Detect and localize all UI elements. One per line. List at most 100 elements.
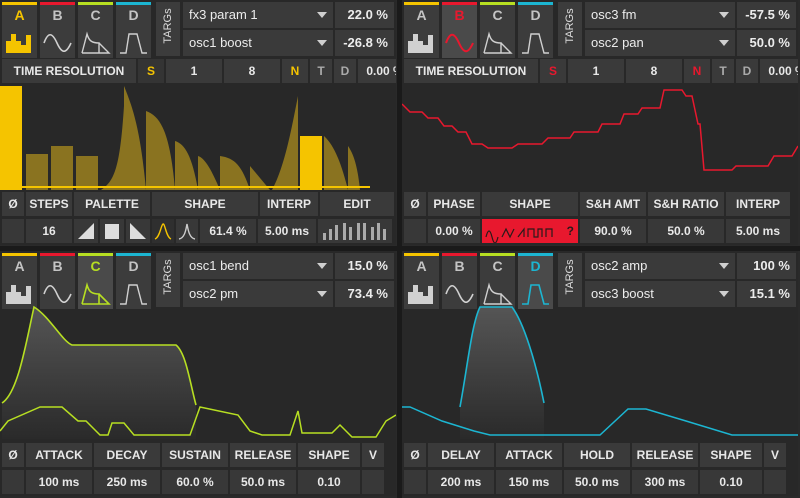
target-amount-2[interactable]: 50.0 %: [737, 30, 796, 56]
phase-reset-toggle[interactable]: [404, 219, 426, 243]
rate-denominator[interactable]: 8: [224, 59, 280, 83]
tab-b[interactable]: B: [40, 253, 75, 309]
tab-d-label: D: [128, 258, 139, 274]
dotted-mode-button[interactable]: D: [334, 59, 356, 83]
tab-d[interactable]: D: [116, 253, 151, 309]
target-select-2[interactable]: osc2 pan: [585, 30, 735, 56]
velocity-header[interactable]: V: [362, 443, 384, 467]
shape-selector[interactable]: ?: [482, 219, 578, 243]
target-select-1[interactable]: fx3 param 1: [183, 2, 333, 28]
tab-c[interactable]: C: [78, 2, 113, 58]
edit-header: EDIT: [320, 192, 394, 216]
target-amount-2[interactable]: -26.8 %: [335, 30, 394, 56]
phase-reset-header[interactable]: Ø: [404, 443, 426, 467]
velocity-header[interactable]: V: [764, 443, 786, 467]
attack-value[interactable]: 100 ms: [26, 470, 92, 494]
tab-b-label: B: [52, 7, 63, 23]
modulator-panel-a: A B C D TARGs fx3 param 1 22.0 % osc1 bo…: [0, 0, 396, 245]
velocity-toggle[interactable]: [362, 470, 384, 494]
triplet-mode-button[interactable]: T: [310, 59, 332, 83]
shape-amount-value[interactable]: 61.4 %: [200, 219, 256, 243]
target-amount-1[interactable]: 15.0 %: [335, 253, 394, 279]
sustain-value[interactable]: 60.0 %: [162, 470, 228, 494]
dotted-mode-button[interactable]: D: [736, 59, 758, 83]
tab-a-label: A: [416, 7, 427, 23]
tab-c[interactable]: C: [78, 253, 113, 309]
rate-denominator[interactable]: 8: [626, 59, 682, 83]
step-display[interactable]: [0, 86, 396, 190]
chevron-down-icon: [719, 40, 729, 46]
release-value[interactable]: 300 ms: [632, 470, 698, 494]
control-headers: Ø STEPS PALETTE SHAPE INTERP EDIT: [2, 192, 394, 216]
tab-d-label: D: [530, 258, 541, 274]
target-amount-1[interactable]: 100 %: [737, 253, 796, 279]
decay-value[interactable]: 250 ms: [94, 470, 160, 494]
steps-value[interactable]: 16: [26, 219, 72, 243]
phase-reset-toggle[interactable]: [2, 219, 24, 243]
normal-mode-button[interactable]: N: [282, 59, 308, 83]
triplet-mode-button[interactable]: T: [712, 59, 734, 83]
offset-value[interactable]: 0.00 %: [760, 59, 798, 83]
tab-b[interactable]: B: [442, 253, 477, 309]
release-value[interactable]: 50.0 ms: [230, 470, 296, 494]
target-name: osc2 pm: [189, 286, 239, 301]
shape-peak-icon[interactable]: [152, 219, 174, 243]
target-select-1[interactable]: osc2 amp: [585, 253, 735, 279]
target-select-2[interactable]: osc1 boost: [183, 30, 333, 56]
envelope-display[interactable]: [402, 303, 798, 439]
tab-d[interactable]: D: [116, 2, 151, 58]
lfo-wave-icon: [443, 29, 476, 56]
rate-numerator[interactable]: 1: [568, 59, 624, 83]
delay-value[interactable]: 200 ms: [428, 470, 494, 494]
phase-reset-header[interactable]: Ø: [2, 192, 24, 216]
shape-value[interactable]: 0.10: [700, 470, 762, 494]
control-headers: Ø PHASE SHAPE S&H AMT S&H RATIO INTERP: [404, 192, 790, 216]
modulator-tabs: A B C D: [2, 2, 151, 58]
palette-square-icon[interactable]: [100, 219, 124, 243]
sh-ratio-value[interactable]: 50.0 %: [648, 219, 724, 243]
sync-mode-button[interactable]: S: [540, 59, 566, 83]
phase-reset-toggle[interactable]: [404, 470, 426, 494]
tab-a[interactable]: A: [2, 253, 37, 309]
targets-label: TARGs: [156, 253, 180, 307]
normal-mode-button[interactable]: N: [684, 59, 710, 83]
palette-ramp-icon[interactable]: [74, 219, 98, 243]
sh-amount-value[interactable]: 90.0 %: [580, 219, 646, 243]
envelope-display[interactable]: [0, 303, 396, 439]
rate-numerator[interactable]: 1: [166, 59, 222, 83]
phase-reset-header[interactable]: Ø: [404, 192, 426, 216]
shape-value[interactable]: 0.10: [298, 470, 360, 494]
decay-header: DECAY: [94, 443, 160, 467]
target-select-1[interactable]: osc3 fm: [585, 2, 735, 28]
target-name: osc3 fm: [591, 7, 637, 22]
edit-bars-icon[interactable]: [318, 219, 392, 243]
tab-a[interactable]: A: [404, 253, 439, 309]
adsr-envelope-icon: [79, 29, 112, 56]
target-select-1[interactable]: osc1 bend: [183, 253, 333, 279]
phase-value[interactable]: 0.00 %: [428, 219, 480, 243]
hold-value[interactable]: 50.0 ms: [564, 470, 630, 494]
target-amount-1[interactable]: 22.0 %: [335, 2, 394, 28]
shape-spike-icon[interactable]: [176, 219, 198, 243]
velocity-toggle[interactable]: [764, 470, 786, 494]
tab-b[interactable]: B: [442, 2, 477, 58]
attack-value[interactable]: 150 ms: [496, 470, 562, 494]
phase-reset-header[interactable]: Ø: [2, 443, 24, 467]
tab-b[interactable]: B: [40, 2, 75, 58]
palette-tri-icon[interactable]: [126, 219, 150, 243]
interp-value[interactable]: 5.00 ms: [258, 219, 316, 243]
control-values: 16 61.4 % 5.00 ms: [2, 219, 392, 243]
offset-value[interactable]: 0.00 %: [358, 59, 396, 83]
phase-reset-toggle[interactable]: [2, 470, 24, 494]
tab-d[interactable]: D: [518, 253, 553, 309]
tab-c[interactable]: C: [480, 2, 515, 58]
lfo-display[interactable]: [402, 86, 798, 190]
interp-value[interactable]: 5.00 ms: [726, 219, 790, 243]
modulator-tabs: A B C D: [404, 2, 553, 58]
target-amount-1[interactable]: -57.5 %: [737, 2, 796, 28]
tab-a[interactable]: A: [2, 2, 37, 58]
tab-c[interactable]: C: [480, 253, 515, 309]
tab-a[interactable]: A: [404, 2, 439, 58]
tab-d[interactable]: D: [518, 2, 553, 58]
sync-mode-button[interactable]: S: [138, 59, 164, 83]
